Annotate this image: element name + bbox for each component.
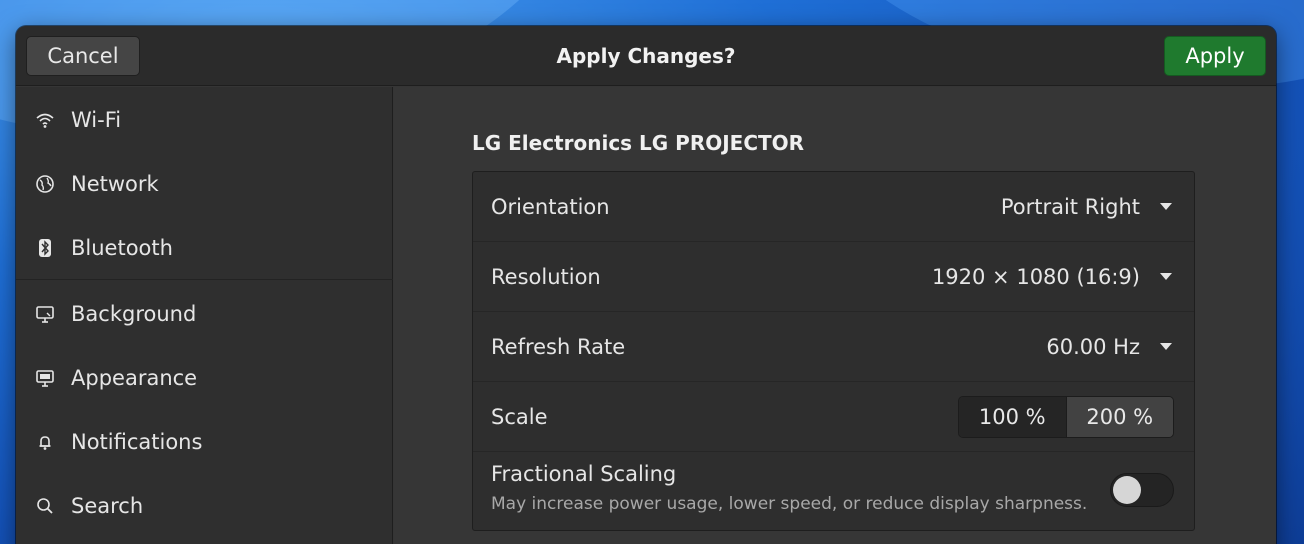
scale-label: Scale — [491, 404, 548, 429]
sidebar-item-background[interactable]: Background — [16, 283, 393, 345]
sidebar-item-label: Wi-Fi — [71, 108, 122, 132]
sidebar-item-network[interactable]: Network — [16, 153, 393, 215]
wifi-icon — [34, 109, 56, 131]
resolution-value[interactable]: 1920 × 1080 (16:9) — [932, 265, 1140, 289]
sidebar: Wi-Fi Network Bluetooth Background Appea… — [16, 87, 393, 544]
appearance-icon — [34, 367, 56, 389]
sidebar-item-label: Network — [71, 172, 159, 196]
orientation-value[interactable]: Portrait Right — [1001, 195, 1140, 219]
fractional-scaling-row: Fractional Scaling May increase power us… — [473, 452, 1194, 530]
display-settings-panel: LG Electronics LG PROJECTOR Orientation … — [394, 87, 1276, 544]
scale-selector: 100 % 200 % — [958, 396, 1174, 438]
refresh-rate-label: Refresh Rate — [491, 334, 626, 359]
toggle-knob — [1113, 476, 1141, 504]
fractional-scaling-toggle[interactable] — [1110, 473, 1174, 507]
sidebar-item-notifications[interactable]: Notifications — [16, 411, 393, 473]
refresh-rate-row[interactable]: Refresh Rate 60.00 Hz — [473, 312, 1194, 382]
chevron-down-icon[interactable] — [1160, 343, 1172, 350]
scale-row: Scale 100 % 200 % — [473, 382, 1194, 452]
cancel-button[interactable]: Cancel — [26, 36, 140, 76]
dialog-title: Apply Changes? — [556, 44, 736, 68]
sidebar-separator — [16, 279, 393, 280]
resolution-label: Resolution — [491, 264, 601, 289]
search-icon — [34, 495, 56, 517]
sidebar-item-wifi[interactable]: Wi-Fi — [16, 89, 393, 151]
settings-window: Cancel Apply Changes? Apply Wi-Fi Networ… — [16, 26, 1276, 544]
chevron-down-icon[interactable] — [1160, 273, 1172, 280]
refresh-rate-value[interactable]: 60.00 Hz — [1046, 335, 1140, 359]
sidebar-item-appearance[interactable]: Appearance — [16, 347, 393, 409]
sidebar-item-bluetooth[interactable]: Bluetooth — [16, 217, 393, 279]
scale-option-200[interactable]: 200 % — [1065, 397, 1173, 437]
sidebar-item-label: Bluetooth — [71, 236, 173, 260]
apply-button[interactable]: Apply — [1164, 36, 1266, 76]
fractional-scaling-label: Fractional Scaling — [491, 462, 677, 486]
bell-icon — [34, 431, 56, 453]
globe-icon — [34, 173, 56, 195]
sidebar-item-label: Appearance — [71, 366, 198, 390]
sidebar-item-label: Notifications — [71, 430, 203, 454]
display-settings-list: Orientation Portrait Right Resolution 19… — [472, 171, 1195, 531]
chevron-down-icon[interactable] — [1160, 203, 1172, 210]
orientation-row[interactable]: Orientation Portrait Right — [473, 172, 1194, 242]
sidebar-item-label: Search — [71, 494, 144, 518]
display-name: LG Electronics LG PROJECTOR — [472, 131, 805, 155]
scale-option-100[interactable]: 100 % — [959, 397, 1066, 437]
resolution-row[interactable]: Resolution 1920 × 1080 (16:9) — [473, 242, 1194, 312]
monitor-icon — [34, 303, 56, 325]
fractional-scaling-description: May increase power usage, lower speed, o… — [491, 494, 1088, 514]
bluetooth-icon — [34, 237, 56, 259]
sidebar-item-label: Background — [71, 302, 197, 326]
header-bar: Cancel Apply Changes? Apply — [16, 26, 1276, 86]
orientation-label: Orientation — [491, 194, 610, 219]
sidebar-item-search[interactable]: Search — [16, 475, 393, 537]
